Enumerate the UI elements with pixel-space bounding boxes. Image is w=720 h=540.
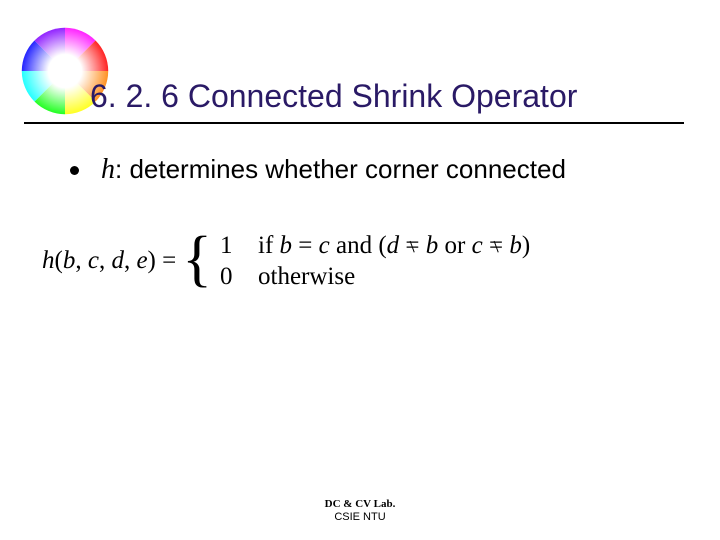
neq-icon: = bbox=[405, 230, 419, 261]
bullet-desc: : determines whether corner connected bbox=[115, 154, 566, 184]
case2-value: 0 bbox=[220, 261, 258, 292]
formula: h(b, c, d, e) = { 1 if b = c and (d = b … bbox=[42, 230, 530, 293]
case1-c2: c bbox=[472, 232, 483, 259]
footer-org: CSIE NTU bbox=[334, 511, 385, 523]
case2-condition: otherwise bbox=[258, 261, 355, 292]
case1-eq: = bbox=[292, 232, 319, 259]
formula-h: h bbox=[42, 247, 55, 274]
brace-icon: { bbox=[182, 228, 212, 290]
title-underline bbox=[24, 122, 684, 124]
bullet-dot-icon bbox=[70, 166, 79, 175]
formula-cases: 1 if b = c and (d = b or c = b) 0 otherw… bbox=[220, 230, 530, 293]
case1-c: c bbox=[319, 232, 330, 259]
case1-if: if bbox=[258, 232, 280, 259]
case1-b: b bbox=[280, 232, 293, 259]
case1-or: or bbox=[438, 232, 471, 259]
bullet-text: h: determines whether corner connected bbox=[101, 154, 566, 186]
slide-title: 6. 2. 6 Connected Shrink Operator bbox=[90, 78, 577, 115]
slide-footer: DC & CV Lab. CSIE NTU bbox=[0, 498, 720, 524]
neq-icon: = bbox=[489, 230, 503, 261]
footer-lab: DC & CV Lab. bbox=[325, 498, 396, 510]
formula-args-open: ( bbox=[55, 247, 63, 274]
case1-b2: b bbox=[420, 232, 439, 259]
formula-lhs: h(b, c, d, e) = bbox=[42, 247, 176, 275]
case1-d: d bbox=[387, 232, 400, 259]
bullet-symbol: h bbox=[101, 154, 115, 185]
case1-close: ) bbox=[522, 232, 530, 259]
case1-b3: b bbox=[503, 232, 522, 259]
case1-condition: if b = c and (d = b or c = b) bbox=[258, 230, 530, 261]
formula-case-1: 1 if b = c and (d = b or c = b) bbox=[220, 230, 530, 261]
case1-and: and ( bbox=[330, 232, 387, 259]
bullet-item: h: determines whether corner connected bbox=[70, 154, 566, 186]
formula-case-2: 0 otherwise bbox=[220, 261, 530, 292]
case1-value: 1 bbox=[220, 230, 258, 261]
